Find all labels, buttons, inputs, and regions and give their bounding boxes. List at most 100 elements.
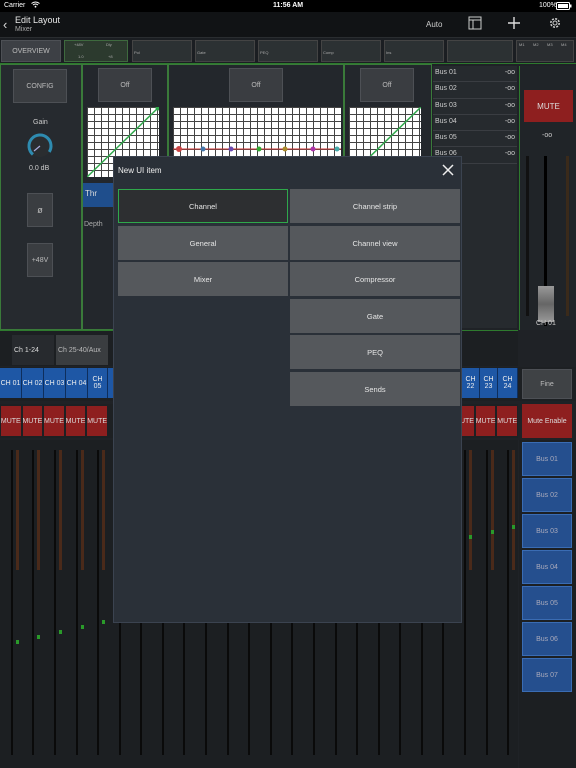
category-channel[interactable]: Channel (118, 189, 288, 223)
item-compressor[interactable]: Compressor (290, 262, 460, 296)
channel-label[interactable]: CH 05 (88, 368, 108, 398)
bus-send-name: Bus 01 (435, 69, 457, 76)
item-channel-strip[interactable]: Channel strip (290, 189, 460, 223)
channel-label[interactable]: CH 02 (22, 368, 44, 398)
header-ins-label: Ins (386, 50, 392, 55)
header-sub-1: 1.0 (78, 54, 84, 59)
channel-fader[interactable] (97, 450, 100, 755)
peq-off-button[interactable]: Off (229, 68, 283, 102)
meter-left (526, 156, 529, 316)
bus-send-name: Bus 05 (435, 134, 457, 142)
channel-label[interactable]: CH 22 (462, 368, 480, 398)
item-gate[interactable]: Gate (290, 299, 460, 333)
header-comp[interactable]: Comp (321, 40, 381, 62)
tab-ch-25-40-aux[interactable]: Ch 25-40/Aux (56, 335, 108, 365)
channel-fader[interactable] (10, 450, 13, 755)
config-button[interactable]: CONFIG (13, 69, 67, 103)
header-pol[interactable]: Pol (132, 40, 192, 62)
threshold-label[interactable]: Thr (83, 183, 113, 207)
channel-meter (58, 450, 62, 570)
bus-send-value: -oo (504, 134, 515, 142)
close-icon[interactable] (441, 163, 455, 177)
item-sends[interactable]: Sends (290, 372, 460, 406)
header-peq-label: PEQ (260, 50, 269, 55)
channel-label[interactable]: CH 04 (66, 368, 88, 398)
channel-mute-button[interactable]: MUTE (44, 406, 64, 436)
header-gate[interactable]: Gate (195, 40, 255, 62)
item-peq[interactable]: PEQ (290, 335, 460, 369)
mini-label-4: M4 (561, 42, 567, 47)
phantom-power-button[interactable]: +48V (27, 243, 53, 277)
bus-button[interactable]: Bus 02 (522, 478, 572, 512)
header-delay-label: Dly (106, 42, 112, 47)
gate-off-button[interactable]: Off (98, 68, 152, 102)
mute-enable-button[interactable]: Mute Enable (522, 404, 572, 438)
navigation-bar: ‹ Edit Layout Mixer Auto (0, 12, 576, 38)
add-icon[interactable] (507, 16, 523, 32)
bus-send-row[interactable]: Bus 05 -oo (433, 131, 517, 148)
gain-knob[interactable] (25, 131, 55, 164)
channel-meter (490, 450, 494, 570)
channel-label[interactable]: CH 23 (480, 368, 498, 398)
bus-send-row[interactable]: Bus 03 -oo (433, 99, 517, 115)
channel-mute-button[interactable]: MUTE (476, 406, 496, 436)
channel-label[interactable]: CH 03 (44, 368, 66, 398)
fine-button[interactable]: Fine (522, 369, 572, 399)
channel-fader[interactable] (507, 450, 510, 755)
new-ui-item-dialog: New UI item Channel General Mixer Channe… (113, 156, 462, 623)
channel-header-strip: OVERVIEW +48V Dly 1.0 +8 Pol Gate PEQ Co… (0, 38, 576, 64)
bus-button[interactable]: Bus 06 (522, 622, 572, 656)
category-general[interactable]: General (118, 226, 288, 260)
item-channel-view[interactable]: Channel view (290, 226, 460, 260)
battery-icon (556, 2, 572, 12)
channel-mute-button[interactable]: MUTE (66, 406, 85, 436)
phase-button[interactable]: ø (27, 193, 53, 227)
meter-right (566, 156, 569, 316)
bus-button[interactable]: Bus 07 (522, 658, 572, 692)
channel-meter (512, 450, 516, 570)
wifi-icon (31, 1, 40, 10)
header-ins[interactable]: Ins (384, 40, 444, 62)
gear-icon[interactable] (548, 16, 564, 32)
layout-icon[interactable] (468, 16, 484, 32)
right-channel-strip: MUTE -oo CH 01 (519, 66, 576, 330)
carrier-label: Carrier (4, 2, 26, 9)
back-chevron-icon[interactable]: ‹ (3, 17, 7, 32)
channel-fader[interactable] (485, 450, 488, 755)
overview-button[interactable]: OVERVIEW (1, 40, 61, 62)
bus-button[interactable]: Bus 04 (522, 550, 572, 584)
meter-level-led (37, 635, 41, 639)
bus-send-row[interactable]: Bus 04 -oo (433, 115, 517, 132)
channel-label[interactable]: CH 24 (498, 368, 518, 398)
bus-send-row[interactable]: Bus 02 -oo (433, 82, 517, 99)
bus-send-value: -oo (504, 117, 515, 125)
fader-handle[interactable] (538, 286, 554, 322)
bus-button[interactable]: Bus 01 (522, 442, 572, 476)
header-peq[interactable]: PEQ (258, 40, 318, 62)
channel-fader[interactable] (53, 450, 56, 755)
channel-meter (80, 450, 84, 570)
auto-button[interactable]: Auto (426, 20, 442, 29)
channel-mute-button[interactable]: MUTE (497, 406, 517, 436)
bus-send-name: Bus 03 (435, 101, 457, 109)
header-48v-label: +48V (74, 42, 84, 47)
bus-send-row[interactable]: Bus 01 -oo (433, 66, 517, 83)
header-48v-delay[interactable]: +48V Dly 1.0 +8 (64, 40, 128, 62)
channel-mute-button[interactable]: MUTE (22, 406, 42, 436)
clock: 11:56 AM (273, 2, 304, 9)
category-mixer[interactable]: Mixer (118, 262, 288, 296)
channel-label[interactable]: CH 01 (0, 368, 22, 398)
mini-label-2: M2 (533, 42, 539, 47)
bus-send-name: Bus 04 (435, 117, 457, 125)
comp-off-button[interactable]: Off (360, 68, 414, 102)
header-sends[interactable] (447, 40, 513, 62)
channel-mute-button[interactable]: MUTE (87, 406, 107, 436)
channel-mute-button[interactable]: MUTE (1, 406, 21, 436)
channel-fader[interactable] (32, 450, 35, 755)
channel-fader[interactable] (75, 450, 78, 755)
bus-button[interactable]: Bus 05 (522, 586, 572, 620)
bus-button[interactable]: Bus 03 (522, 514, 572, 548)
tab-ch-1-24[interactable]: Ch 1-24 (12, 335, 54, 365)
channel-fader[interactable] (464, 450, 467, 755)
mute-button[interactable]: MUTE (524, 90, 573, 122)
